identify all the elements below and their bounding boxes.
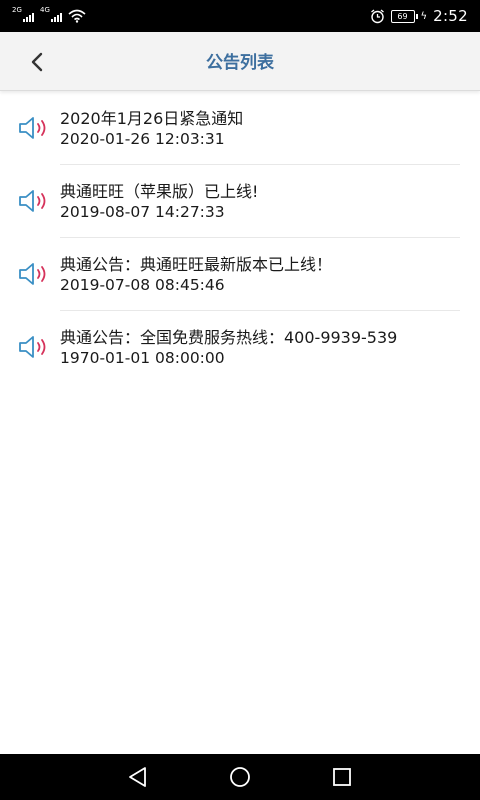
notice-title: 典通旺旺（苹果版）已上线!: [60, 182, 259, 201]
network-label-4g: 4G: [40, 6, 50, 14]
notice-datetime: 2020-01-26 12:03:31: [60, 130, 225, 148]
notice-datetime: 2019-07-08 08:45:46: [60, 276, 225, 294]
speaker-icon: [19, 336, 46, 358]
status-bar: 2G 4G 69 ϟ 2:52: [0, 0, 480, 32]
notice-item[interactable]: 典通旺旺（苹果版）已上线! 2019-08-07 14:27:33: [0, 165, 480, 238]
speaker-icon: [19, 117, 46, 139]
triangle-back-icon[interactable]: [125, 764, 151, 790]
notice-title: 典通公告：典通旺旺最新版本已上线！: [60, 255, 333, 274]
notice-datetime: 1970-01-01 08:00:00: [60, 349, 225, 367]
system-nav-bar: [0, 754, 480, 800]
notice-list: 2020年1月26日紧急通知 2020-01-26 12:03:31 典通旺旺（…: [0, 92, 480, 384]
notice-title: 典通公告：全国免费服务热线：400-9939-539: [60, 328, 398, 347]
notice-item[interactable]: 典通公告：典通旺旺最新版本已上线！ 2019-07-08 08:45:46: [0, 238, 480, 311]
notice-item[interactable]: 2020年1月26日紧急通知 2020-01-26 12:03:31: [0, 92, 480, 165]
signal-2g-icon: 2G: [12, 6, 34, 23]
app-header: 公告列表: [0, 32, 480, 91]
charging-icon: ϟ: [420, 10, 428, 22]
signal-group: 2G 4G: [12, 6, 86, 23]
square-recent-icon[interactable]: [329, 764, 355, 790]
battery-level: 69: [397, 11, 408, 21]
speaker-icon: [19, 263, 46, 285]
notice-item[interactable]: 典通公告：全国免费服务热线：400-9939-539 1970-01-01 08…: [0, 311, 480, 384]
notice-title: 2020年1月26日紧急通知: [60, 109, 244, 128]
signal-4g-icon: 4G: [40, 6, 62, 23]
notice-datetime: 2019-08-07 14:27:33: [60, 203, 225, 221]
clock: 2:52: [433, 7, 468, 25]
wifi-icon: [68, 9, 86, 23]
battery-icon: 69: [390, 9, 418, 23]
page-title: 公告列表: [206, 53, 274, 73]
status-right-group: 69 ϟ 2:52: [370, 7, 469, 25]
circle-home-icon[interactable]: [227, 764, 253, 790]
alarm-icon: [370, 8, 384, 23]
network-label-2g: 2G: [12, 6, 22, 14]
speaker-icon: [19, 190, 46, 212]
